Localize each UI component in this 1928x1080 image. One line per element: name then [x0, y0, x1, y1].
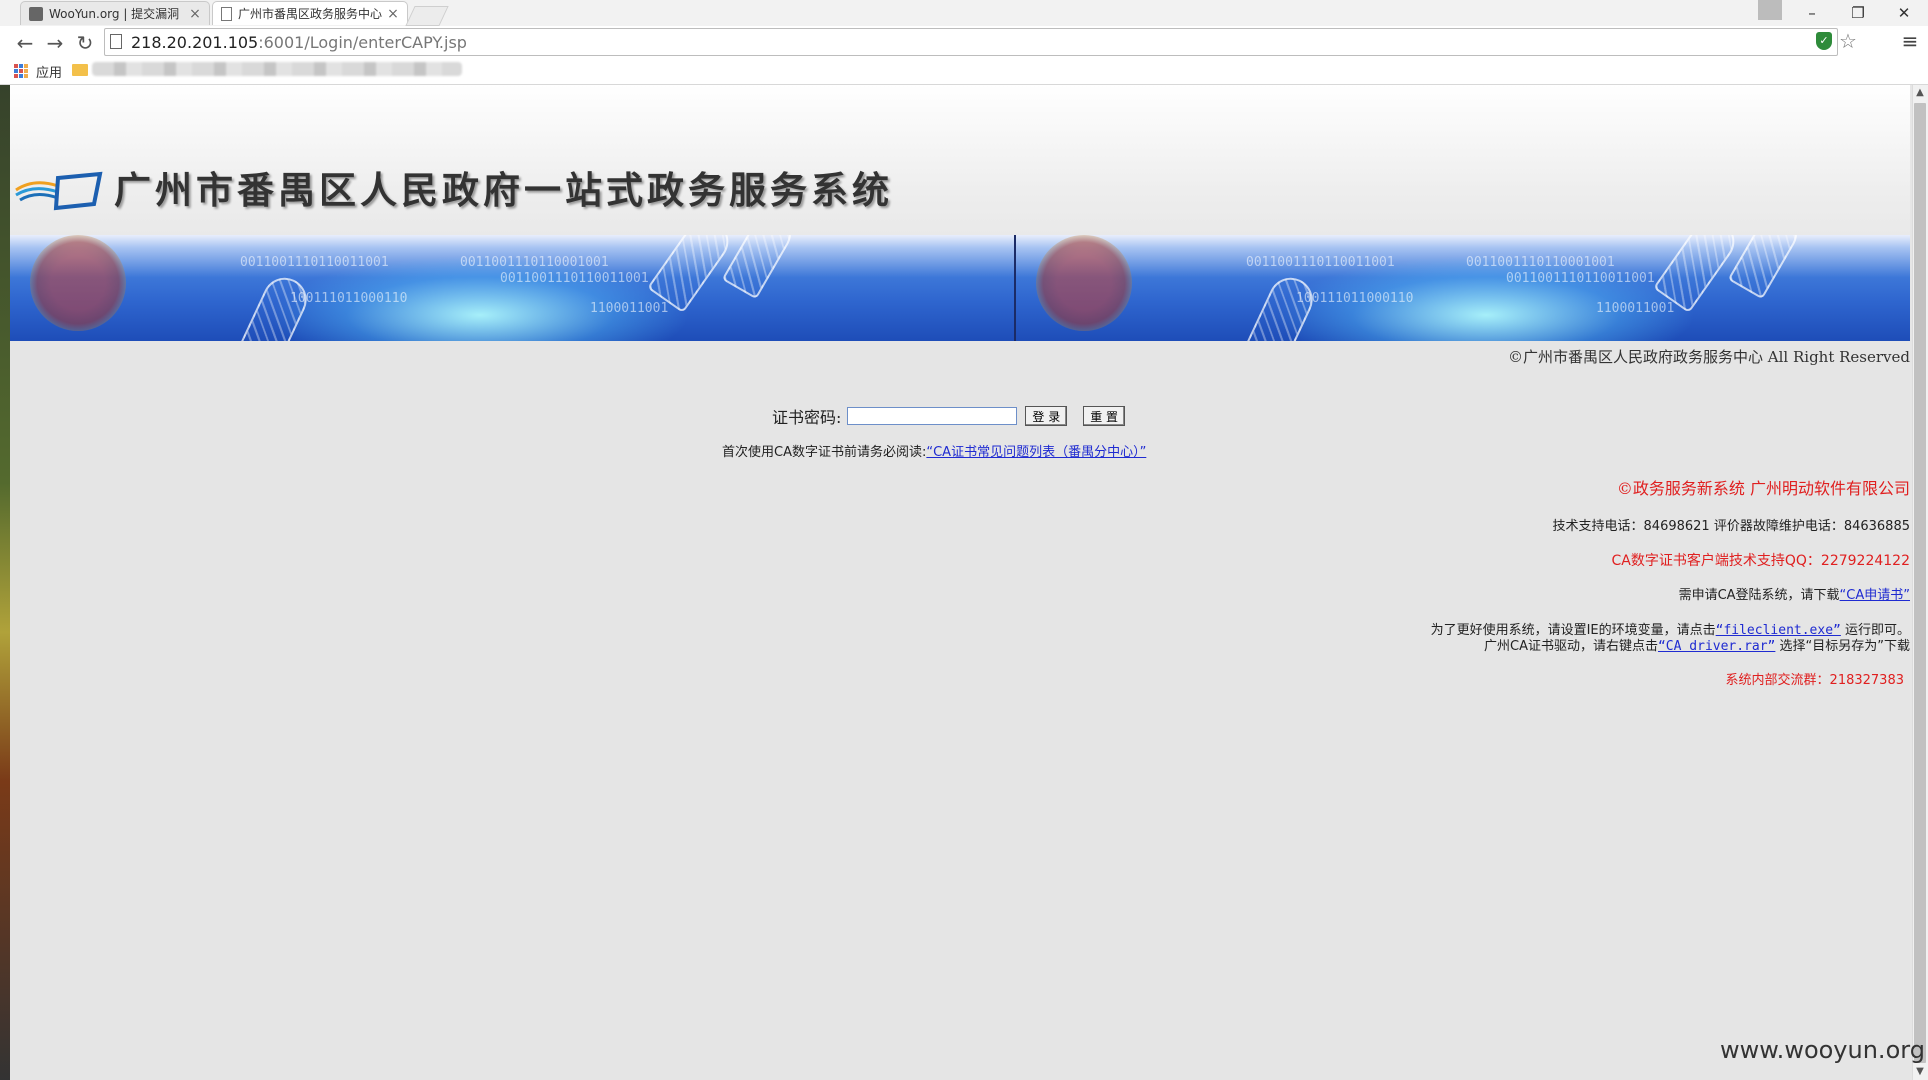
- tab-title: 广州市番禺区政务服务中心: [238, 7, 383, 21]
- login-button[interactable]: 登 录: [1025, 406, 1068, 426]
- login-form: 证书密码: 登 录 重 置: [772, 404, 1141, 428]
- address-bar[interactable]: 218.20.201.105:6001/Login/enterCAPY.jsp: [104, 28, 1838, 56]
- binary-text: 100111011000110: [290, 291, 408, 306]
- banner-image-right: 0011001110110011001 0011001110110011001 …: [1016, 235, 1910, 341]
- vendor-text: ©政务服务新系统 广州明动软件有限公司: [1616, 479, 1910, 498]
- ca-apply-prefix: 需申请CA登陆系统，请下载: [1678, 588, 1840, 603]
- ca-apply-link[interactable]: “CA申请书”: [1840, 588, 1910, 603]
- system-title: 广州市番禺区人民政府一站式政务服务系统: [114, 168, 893, 212]
- driver-suffix: 选择“目标另存为”下载: [1775, 639, 1910, 654]
- driver-line: 广州CA证书驱动，请右键点击“CA driver.rar” 选择“目标另存为”下…: [1484, 635, 1910, 654]
- shield-extension-icon[interactable]: ✓: [1816, 32, 1832, 50]
- faq-prefix: 首次使用CA数字证书前请务必阅读:: [722, 445, 927, 460]
- address-path: :6001/Login/enterCAPY.jsp: [258, 32, 467, 52]
- user-profile-icon[interactable]: [1758, 0, 1782, 20]
- binary-text: 0011001110110011001: [240, 255, 389, 270]
- faq-link[interactable]: “CA证书常见问题列表（番禺分中心）”: [926, 445, 1146, 460]
- folder-icon[interactable]: [72, 64, 88, 76]
- gov-logo-icon: [15, 171, 103, 211]
- blurred-bookmarks: [92, 62, 462, 76]
- close-tab-icon[interactable]: ×: [189, 6, 201, 22]
- apps-bookmark-label[interactable]: 应用: [36, 62, 62, 81]
- tab-wooyun[interactable]: WooYun.org | 提交漏洞 ×: [20, 1, 210, 25]
- wireframe-hand-icon: [1727, 235, 1805, 300]
- group-text: 系统内部交流群：218327383: [1725, 673, 1904, 688]
- tab-gov-service[interactable]: 广州市番禺区政务服务中心 ×: [212, 1, 408, 25]
- desktop-edge: [0, 85, 10, 1080]
- binary-text: 0011001110110011001: [1246, 255, 1395, 270]
- watermark: www.wooyun.org: [1720, 1036, 1925, 1064]
- wooyun-favicon-icon: [29, 6, 43, 21]
- driver-prefix: 广州CA证书驱动，请右键点击: [1484, 639, 1658, 654]
- binary-text: 0011001110110011001: [1506, 271, 1655, 286]
- address-host: 218.20.201.105: [131, 32, 259, 52]
- scroll-down-arrow-icon[interactable]: ▼: [1912, 1064, 1928, 1080]
- bookmark-star-icon[interactable]: ☆: [1838, 28, 1858, 54]
- close-tab-icon[interactable]: ×: [387, 6, 399, 22]
- cert-password-input[interactable]: [847, 407, 1018, 425]
- binary-text: 100111011000110: [1296, 291, 1414, 306]
- ca-support-qq-text: CA数字证书客户端技术支持QQ：2279224122: [1611, 553, 1910, 569]
- page-info-icon[interactable]: [110, 34, 122, 49]
- reset-button[interactable]: 重 置: [1083, 406, 1126, 426]
- binary-text: 1100011001: [1596, 301, 1675, 316]
- national-emblem-icon: [1036, 235, 1132, 331]
- binary-text: 0011001110110011001: [500, 271, 649, 286]
- faq-notice: 首次使用CA数字证书前请务必阅读:“CA证书常见问题列表（番禺分中心）”: [722, 441, 1146, 460]
- wireframe-hand-icon: [721, 235, 799, 300]
- banner-divider: [1014, 235, 1016, 341]
- scroll-up-arrow-icon[interactable]: ▲: [1912, 85, 1928, 101]
- national-emblem-icon: [30, 235, 126, 331]
- copyright-text: ©广州市番禺区人民政府政务服务中心 All Right Reserved: [1508, 348, 1910, 366]
- minimize-button[interactable]: –: [1790, 0, 1834, 26]
- scrollbar-thumb[interactable]: [1914, 103, 1926, 1063]
- restore-button[interactable]: ❐: [1836, 0, 1880, 26]
- binary-text: 0011001110110001001: [1466, 255, 1615, 270]
- cert-password-label: 证书密码:: [772, 408, 842, 427]
- back-arrow-icon[interactable]: ←: [12, 30, 38, 56]
- page-favicon-icon: [221, 6, 232, 21]
- support-phone-text: 技术支持电话：84698621 评价器故障维护电话：84636885: [1552, 519, 1910, 534]
- apps-grid-icon[interactable]: [14, 64, 28, 78]
- banner-image-left: 0011001110110011001 0011001110110011001 …: [10, 235, 1014, 341]
- binary-text: 1100011001: [590, 301, 669, 316]
- tab-title: WooYun.org | 提交漏洞: [49, 7, 180, 21]
- binary-text: 0011001110110001001: [460, 255, 609, 270]
- forward-arrow-icon[interactable]: →: [42, 30, 68, 56]
- browser-menu-icon[interactable]: ≡: [1900, 28, 1920, 54]
- reload-icon[interactable]: ↻: [72, 30, 98, 56]
- close-window-button[interactable]: ✕: [1882, 0, 1926, 26]
- ca-apply-line: 需申请CA登陆系统，请下载“CA申请书”: [1679, 584, 1910, 603]
- ca-driver-link[interactable]: “CA driver.rar”: [1658, 639, 1775, 654]
